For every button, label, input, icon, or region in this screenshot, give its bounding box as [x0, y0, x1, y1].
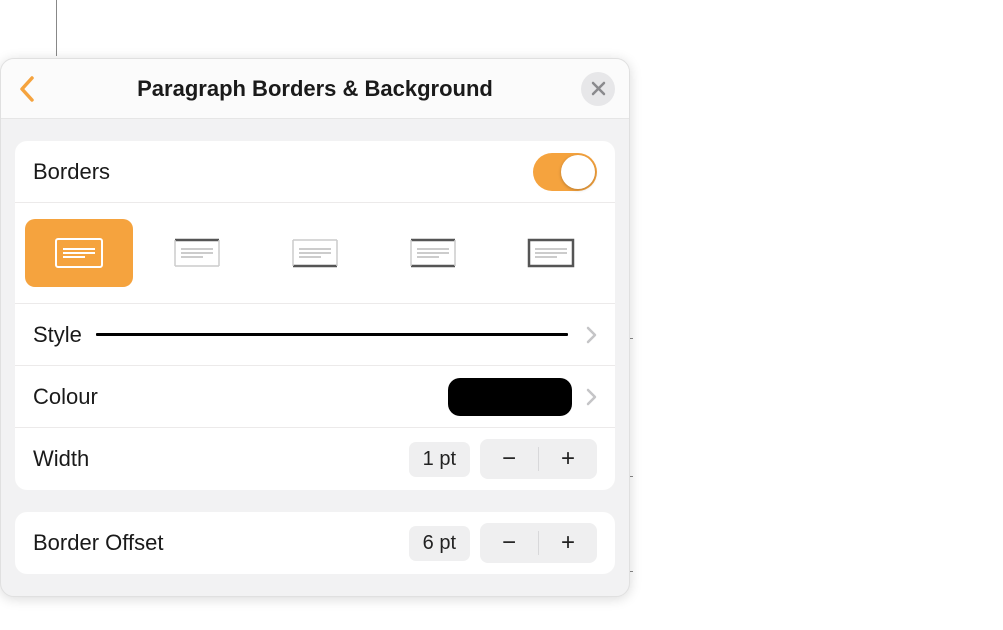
chevron-left-icon [19, 76, 35, 102]
width-row: Width 1 pt − + [15, 428, 615, 490]
close-icon [591, 81, 606, 96]
border-bottom-icon [291, 238, 339, 268]
borders-label: Borders [33, 159, 110, 185]
border-type-row [15, 203, 615, 304]
width-stepper: − + [480, 439, 597, 479]
width-decrement[interactable]: − [480, 439, 538, 479]
borders-background-panel: Paragraph Borders & Background Borders [0, 58, 630, 597]
border-all-icon [55, 238, 103, 268]
borders-card: Borders [15, 141, 615, 490]
callout-line [56, 0, 57, 56]
width-value: 1 pt [409, 442, 470, 477]
borders-toggle[interactable] [533, 153, 597, 191]
border-top-icon [173, 238, 221, 268]
minus-icon: − [502, 445, 516, 473]
colour-label: Colour [33, 384, 98, 410]
offset-increment[interactable]: + [539, 523, 597, 563]
border-type-all[interactable] [25, 219, 133, 287]
style-preview-line [96, 333, 568, 336]
colour-swatch [448, 378, 572, 416]
border-type-top-bottom[interactable] [379, 219, 487, 287]
border-top-bottom-icon [409, 238, 457, 268]
style-row[interactable]: Style [15, 304, 615, 366]
offset-card: Border Offset 6 pt − + [15, 512, 615, 574]
panel-header: Paragraph Borders & Background [1, 59, 629, 119]
chevron-right-icon [586, 326, 597, 344]
border-box-icon [527, 238, 575, 268]
offset-value: 6 pt [409, 526, 470, 561]
panel-body: Borders [1, 119, 629, 596]
width-increment[interactable]: + [539, 439, 597, 479]
style-label: Style [33, 322, 82, 348]
plus-icon: + [561, 445, 575, 473]
panel-title: Paragraph Borders & Background [137, 76, 493, 102]
colour-row[interactable]: Colour [15, 366, 615, 428]
close-button[interactable] [581, 72, 615, 106]
toggle-knob [561, 155, 595, 189]
border-type-top[interactable] [143, 219, 251, 287]
border-type-bottom[interactable] [261, 219, 369, 287]
offset-label: Border Offset [33, 530, 163, 556]
width-label: Width [33, 446, 89, 472]
minus-icon: − [502, 529, 516, 557]
offset-stepper: − + [480, 523, 597, 563]
chevron-right-icon [586, 388, 597, 406]
borders-toggle-row: Borders [15, 141, 615, 203]
border-type-box[interactable] [497, 219, 605, 287]
back-button[interactable] [13, 71, 41, 107]
plus-icon: + [561, 529, 575, 557]
offset-decrement[interactable]: − [480, 523, 538, 563]
offset-row: Border Offset 6 pt − + [15, 512, 615, 574]
